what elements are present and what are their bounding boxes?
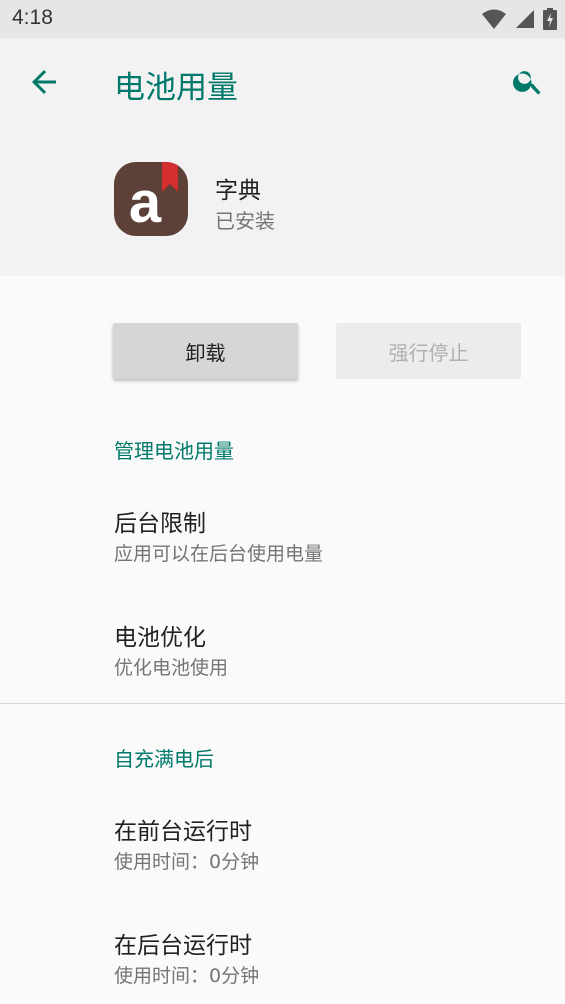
item-summary: 应用可以在后台使用电量 [114, 543, 324, 565]
item-summary: 使用时间：0分钟 [114, 965, 260, 987]
status-icons [481, 8, 557, 30]
item-title: 后台限制 [114, 511, 206, 537]
app-name: 字典 [215, 178, 261, 204]
battery-optimization-item[interactable]: 电池优化 优化电池使用 [0, 604, 565, 694]
page-title: 电池用量 [114, 70, 238, 106]
bookmark-ribbon-icon [162, 162, 178, 192]
item-title: 在前台运行时 [114, 819, 252, 845]
search-icon[interactable] [511, 64, 545, 98]
signal-icon [516, 10, 534, 28]
divider [0, 703, 565, 704]
item-summary: 优化电池使用 [114, 657, 229, 679]
wifi-icon [482, 9, 506, 29]
background-restriction-item[interactable]: 后台限制 应用可以在后台使用电量 [0, 490, 565, 580]
item-summary: 使用时间：0分钟 [114, 851, 260, 873]
force-stop-button[interactable]: 强行停止 [336, 323, 521, 379]
uninstall-button[interactable]: 卸载 [113, 323, 298, 379]
background-usage-item: 在后台运行时 使用时间：0分钟 [0, 912, 565, 1002]
battery-charging-icon [543, 8, 557, 30]
section-header-manage-battery: 管理电池用量 [114, 439, 234, 463]
section-header-since-full-charge: 自充满电后 [114, 747, 214, 771]
app-header: 电池用量 a 字典 已安装 [0, 38, 565, 276]
status-time: 4:18 [12, 6, 53, 29]
foreground-usage-item: 在前台运行时 使用时间：0分钟 [0, 798, 565, 888]
arrow-back-icon[interactable] [26, 64, 62, 100]
item-title: 在后台运行时 [114, 933, 252, 959]
item-title: 电池优化 [114, 625, 206, 651]
app-install-status: 已安装 [215, 209, 275, 233]
app-icon: a [114, 162, 188, 236]
status-bar: 4:18 [0, 0, 565, 38]
